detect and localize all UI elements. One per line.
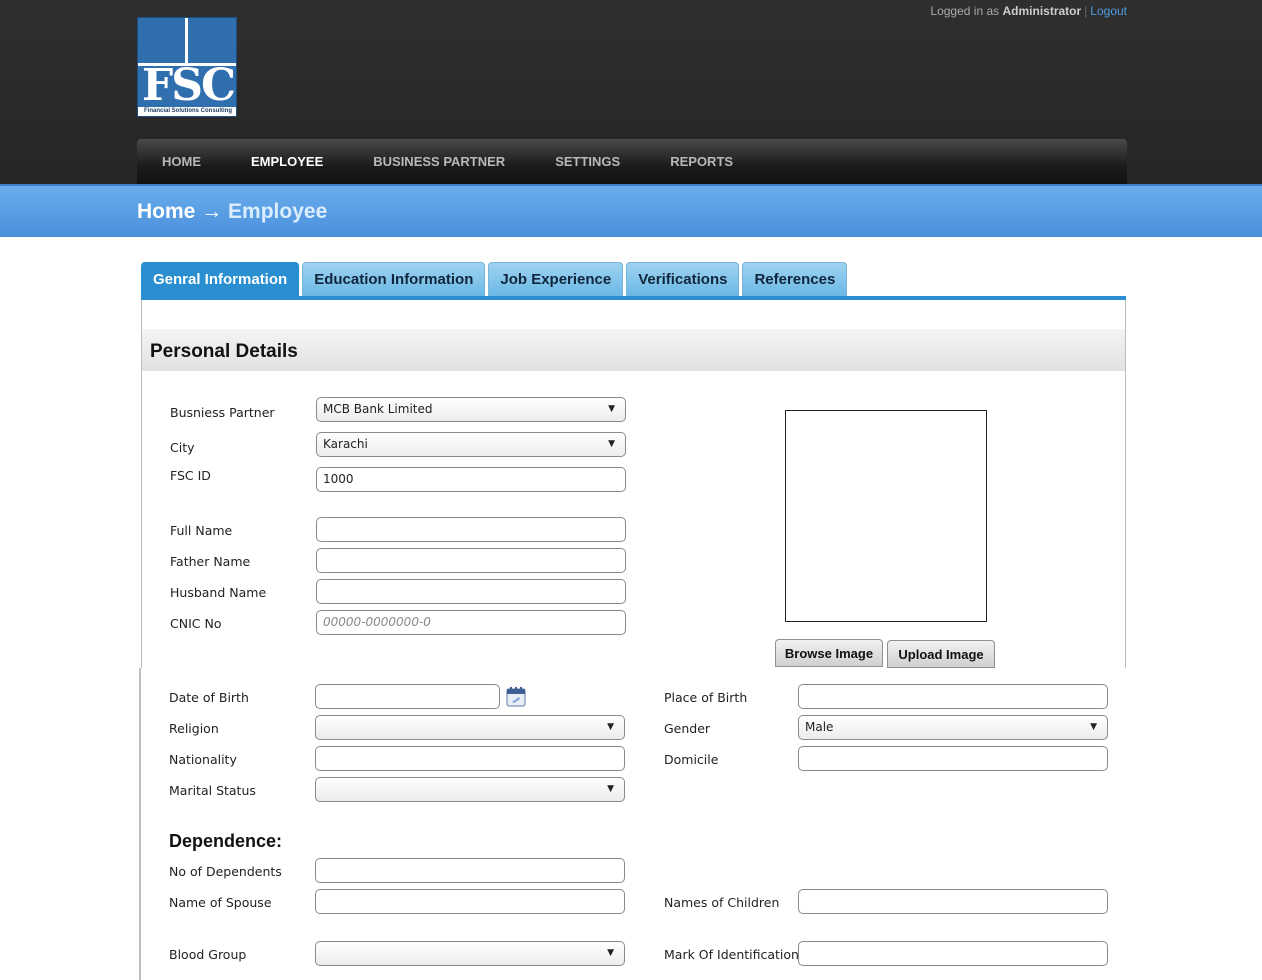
dob-input[interactable] xyxy=(315,684,500,709)
husband-name-input[interactable] xyxy=(316,579,626,604)
city-value: Karachi xyxy=(323,437,368,451)
tab-references[interactable]: References xyxy=(742,262,848,296)
breadcrumb-band: Home → Employee xyxy=(0,184,1262,237)
marital-status-label: Marital Status xyxy=(169,783,256,798)
form-panel-border xyxy=(139,668,141,980)
user-separator: | xyxy=(1084,4,1088,18)
mark-of-identification-input[interactable] xyxy=(798,941,1108,966)
full-name-input[interactable] xyxy=(316,517,626,542)
blood-group-label: Blood Group xyxy=(169,947,247,962)
dropdown-arrow-icon: ▼ xyxy=(608,439,615,449)
breadcrumb-home[interactable]: Home xyxy=(137,200,195,223)
blood-group-select[interactable]: ▼ xyxy=(315,941,625,966)
father-name-input[interactable] xyxy=(316,548,626,573)
father-name-label: Father Name xyxy=(170,554,251,569)
dropdown-arrow-icon: ▼ xyxy=(607,722,614,732)
mark-of-identification-label: Mark Of Identification xyxy=(664,947,799,962)
dropdown-arrow-icon: ▼ xyxy=(608,404,615,414)
gender-value: Male xyxy=(805,720,834,734)
business-partner-value: MCB Bank Limited xyxy=(323,402,433,416)
dependence-heading: Dependence: xyxy=(169,831,283,851)
husband-name-label: Husband Name xyxy=(170,585,267,600)
top-header: FSC Financial Solutions Consulting Logge… xyxy=(0,0,1262,184)
nav-home[interactable]: HOME xyxy=(162,154,201,169)
place-of-birth-input[interactable] xyxy=(798,684,1108,709)
place-of-birth-label: Place of Birth xyxy=(664,690,748,705)
names-of-children-label: Names of Children xyxy=(664,895,780,910)
dropdown-arrow-icon: ▼ xyxy=(607,948,614,958)
breadcrumb-current: Employee xyxy=(228,200,328,223)
religion-label: Religion xyxy=(169,721,219,736)
calendar-icon[interactable] xyxy=(506,686,526,707)
business-partner-select[interactable]: MCB Bank Limited ▼ xyxy=(316,397,626,422)
gender-label: Gender xyxy=(664,721,711,736)
tab-verifications[interactable]: Verifications xyxy=(626,262,740,296)
logo-text: FSC xyxy=(141,60,236,111)
breadcrumb-arrow: → xyxy=(201,200,223,223)
no-of-dependents-input[interactable] xyxy=(315,858,625,883)
tab-education-information[interactable]: Education Information xyxy=(302,262,486,296)
dob-label: Date of Birth xyxy=(169,690,249,705)
photo-preview xyxy=(785,410,987,622)
fsc-id-label: FSC ID xyxy=(170,468,211,483)
nationality-input[interactable] xyxy=(315,746,625,771)
cnic-label: CNIC No xyxy=(170,616,222,631)
religion-select[interactable]: ▼ xyxy=(315,715,625,740)
upload-image-button[interactable]: Upload Image xyxy=(887,640,995,668)
nav-business-partner[interactable]: BUSINESS PARTNER xyxy=(373,154,505,169)
full-name-label: Full Name xyxy=(170,523,233,538)
domicile-label: Domicile xyxy=(664,752,719,767)
names-of-children-input[interactable] xyxy=(798,889,1108,914)
nav-settings[interactable]: SETTINGS xyxy=(555,154,620,169)
breadcrumb: Home → Employee xyxy=(137,200,327,224)
name-of-spouse-input[interactable] xyxy=(315,889,625,914)
nationality-label: Nationality xyxy=(169,752,237,767)
logo-subtitle: Financial Solutions Consulting xyxy=(138,107,236,116)
section-title: Personal Details xyxy=(150,341,298,362)
name-of-spouse-label: Name of Spouse xyxy=(169,895,272,910)
nav-reports[interactable]: REPORTS xyxy=(670,154,733,169)
fsc-id-input[interactable]: 1000 xyxy=(316,467,626,492)
section-header: Personal Details xyxy=(142,329,1125,371)
dropdown-arrow-icon: ▼ xyxy=(1090,722,1097,732)
no-of-dependents-label: No of Dependents xyxy=(169,864,282,879)
tab-general-information[interactable]: Genral Information xyxy=(141,262,300,296)
main-nav: HOME EMPLOYEE BUSINESS PARTNER SETTINGS … xyxy=(137,139,1127,184)
tab-job-experience[interactable]: Job Experience xyxy=(488,262,624,296)
city-select[interactable]: Karachi ▼ xyxy=(316,432,626,457)
cnic-placeholder: 00000-0000000-0 xyxy=(323,615,431,629)
username: Administrator xyxy=(1002,4,1082,18)
browse-image-button[interactable]: Browse Image xyxy=(775,639,883,667)
marital-status-select[interactable]: ▼ xyxy=(315,777,625,802)
logged-in-prefix: Logged in as xyxy=(930,4,1000,18)
dropdown-arrow-icon: ▼ xyxy=(607,784,614,794)
user-info: Logged in as Administrator | Logout xyxy=(890,4,1127,18)
domicile-input[interactable] xyxy=(798,746,1108,771)
business-partner-label: Busniess Partner xyxy=(170,405,275,420)
nav-employee[interactable]: EMPLOYEE xyxy=(251,154,323,169)
form-tabs: Genral Information Education Information… xyxy=(141,262,850,296)
city-label: City xyxy=(170,440,195,455)
gender-select[interactable]: Male ▼ xyxy=(798,715,1108,740)
fsc-id-value: 1000 xyxy=(323,472,354,486)
cnic-input[interactable]: 00000-0000000-0 xyxy=(316,610,626,635)
fsc-logo[interactable]: FSC Financial Solutions Consulting xyxy=(137,17,237,117)
logout-link[interactable]: Logout xyxy=(1090,4,1127,18)
